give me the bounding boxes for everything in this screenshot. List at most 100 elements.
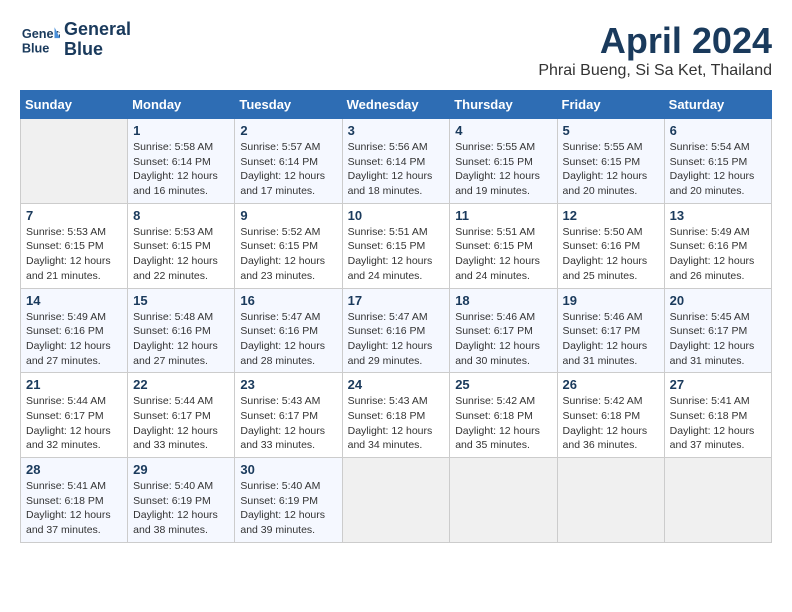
day-number: 3 <box>348 123 445 138</box>
day-number: 18 <box>455 293 551 308</box>
calendar-cell <box>664 458 771 543</box>
calendar-cell: 27 Sunrise: 5:41 AMSunset: 6:18 PMDayligh… <box>664 373 771 458</box>
calendar-cell: 28 Sunrise: 5:41 AMSunset: 6:18 PMDayligh… <box>21 458 128 543</box>
weekday-header-row: SundayMondayTuesdayWednesdayThursdayFrid… <box>21 91 772 119</box>
day-number: 27 <box>670 377 766 392</box>
day-info: Sunrise: 5:42 AMSunset: 6:18 PMDaylight:… <box>563 394 659 453</box>
day-number: 17 <box>348 293 445 308</box>
calendar-cell: 18 Sunrise: 5:46 AMSunset: 6:17 PMDayligh… <box>450 288 557 373</box>
day-number: 19 <box>563 293 659 308</box>
day-info: Sunrise: 5:42 AMSunset: 6:18 PMDaylight:… <box>455 394 551 453</box>
calendar-cell: 20 Sunrise: 5:45 AMSunset: 6:17 PMDayligh… <box>664 288 771 373</box>
day-number: 12 <box>563 208 659 223</box>
day-number: 23 <box>240 377 336 392</box>
day-number: 29 <box>133 462 229 477</box>
calendar-cell: 8 Sunrise: 5:53 AMSunset: 6:15 PMDaylight… <box>128 203 235 288</box>
day-number: 2 <box>240 123 336 138</box>
day-number: 22 <box>133 377 229 392</box>
day-number: 4 <box>455 123 551 138</box>
day-info: Sunrise: 5:41 AMSunset: 6:18 PMDaylight:… <box>26 479 122 538</box>
day-info: Sunrise: 5:52 AMSunset: 6:15 PMDaylight:… <box>240 225 336 284</box>
weekday-header: Monday <box>128 91 235 119</box>
day-info: Sunrise: 5:45 AMSunset: 6:17 PMDaylight:… <box>670 310 766 369</box>
day-number: 25 <box>455 377 551 392</box>
svg-text:General: General <box>22 26 60 41</box>
weekday-header: Tuesday <box>235 91 342 119</box>
day-number: 11 <box>455 208 551 223</box>
day-number: 26 <box>563 377 659 392</box>
weekday-header: Saturday <box>664 91 771 119</box>
logo-icon: General Blue <box>20 20 60 60</box>
weekday-header: Friday <box>557 91 664 119</box>
day-info: Sunrise: 5:54 AMSunset: 6:15 PMDaylight:… <box>670 140 766 199</box>
day-number: 14 <box>26 293 122 308</box>
month-title: April 2024 <box>538 20 772 62</box>
weekday-header: Sunday <box>21 91 128 119</box>
calendar-cell: 19Sunrise: 5:46 AMSunset: 6:17 PMDayligh… <box>557 288 664 373</box>
calendar-cell: 5Sunrise: 5:55 AMSunset: 6:15 PMDaylight… <box>557 119 664 204</box>
calendar-cell: 4 Sunrise: 5:55 AMSunset: 6:15 PMDaylight… <box>450 119 557 204</box>
calendar-cell: 2Sunrise: 5:57 AMSunset: 6:14 PMDaylight… <box>235 119 342 204</box>
day-number: 20 <box>670 293 766 308</box>
calendar-week-row: 14Sunrise: 5:49 AMSunset: 6:16 PMDayligh… <box>21 288 772 373</box>
calendar-cell: 21 Sunrise: 5:44 AMSunset: 6:17 PMDayligh… <box>21 373 128 458</box>
day-info: Sunrise: 5:40 AMSunset: 6:19 PMDaylight:… <box>133 479 229 538</box>
calendar-cell: 6 Sunrise: 5:54 AMSunset: 6:15 PMDaylight… <box>664 119 771 204</box>
day-number: 10 <box>348 208 445 223</box>
day-info: Sunrise: 5:41 AMSunset: 6:18 PMDaylight:… <box>670 394 766 453</box>
calendar-cell: 17 Sunrise: 5:47 AMSunset: 6:16 PMDayligh… <box>342 288 450 373</box>
day-number: 30 <box>240 462 336 477</box>
location-title: Phrai Bueng, Si Sa Ket, Thailand <box>538 62 772 80</box>
calendar-cell <box>557 458 664 543</box>
calendar-cell <box>450 458 557 543</box>
calendar-cell <box>342 458 450 543</box>
day-info: Sunrise: 5:55 AMSunset: 6:15 PMDaylight:… <box>563 140 659 199</box>
day-info: Sunrise: 5:47 AMSunset: 6:16 PMDaylight:… <box>348 310 445 369</box>
day-number: 7 <box>26 208 122 223</box>
day-info: Sunrise: 5:58 AMSunset: 6:14 PMDaylight:… <box>133 140 229 199</box>
day-info: Sunrise: 5:51 AMSunset: 6:15 PMDaylight:… <box>348 225 445 284</box>
calendar-cell: 11 Sunrise: 5:51 AMSunset: 6:15 PMDayligh… <box>450 203 557 288</box>
day-number: 28 <box>26 462 122 477</box>
calendar-week-row: 28 Sunrise: 5:41 AMSunset: 6:18 PMDayligh… <box>21 458 772 543</box>
day-info: Sunrise: 5:53 AMSunset: 6:15 PMDaylight:… <box>26 225 122 284</box>
logo-text: General Blue <box>64 20 131 60</box>
calendar-cell: 13Sunrise: 5:49 AMSunset: 6:16 PMDayligh… <box>664 203 771 288</box>
day-number: 1 <box>133 123 229 138</box>
page-header: General Blue General Blue April 2024 Phr… <box>20 20 772 80</box>
day-info: Sunrise: 5:44 AMSunset: 6:17 PMDaylight:… <box>26 394 122 453</box>
day-info: Sunrise: 5:51 AMSunset: 6:15 PMDaylight:… <box>455 225 551 284</box>
day-info: Sunrise: 5:40 AMSunset: 6:19 PMDaylight:… <box>240 479 336 538</box>
day-info: Sunrise: 5:43 AMSunset: 6:18 PMDaylight:… <box>348 394 445 453</box>
day-number: 21 <box>26 377 122 392</box>
calendar-cell: 26 Sunrise: 5:42 AMSunset: 6:18 PMDayligh… <box>557 373 664 458</box>
day-info: Sunrise: 5:55 AMSunset: 6:15 PMDaylight:… <box>455 140 551 199</box>
calendar-cell: 29 Sunrise: 5:40 AMSunset: 6:19 PMDayligh… <box>128 458 235 543</box>
day-number: 8 <box>133 208 229 223</box>
day-number: 6 <box>670 123 766 138</box>
day-info: Sunrise: 5:48 AMSunset: 6:16 PMDaylight:… <box>133 310 229 369</box>
calendar-cell <box>21 119 128 204</box>
calendar-cell: 9 Sunrise: 5:52 AMSunset: 6:15 PMDaylight… <box>235 203 342 288</box>
day-number: 16 <box>240 293 336 308</box>
day-info: Sunrise: 5:46 AMSunset: 6:17 PMDaylight:… <box>455 310 551 369</box>
calendar-cell: 24Sunrise: 5:43 AMSunset: 6:18 PMDayligh… <box>342 373 450 458</box>
calendar-table: SundayMondayTuesdayWednesdayThursdayFrid… <box>20 90 772 543</box>
calendar-cell: 22Sunrise: 5:44 AMSunset: 6:17 PMDayligh… <box>128 373 235 458</box>
calendar-cell: 15 Sunrise: 5:48 AMSunset: 6:16 PMDayligh… <box>128 288 235 373</box>
weekday-header: Wednesday <box>342 91 450 119</box>
calendar-cell: 25 Sunrise: 5:42 AMSunset: 6:18 PMDayligh… <box>450 373 557 458</box>
day-info: Sunrise: 5:53 AMSunset: 6:15 PMDaylight:… <box>133 225 229 284</box>
day-number: 9 <box>240 208 336 223</box>
day-number: 15 <box>133 293 229 308</box>
calendar-cell: 7 Sunrise: 5:53 AMSunset: 6:15 PMDaylight… <box>21 203 128 288</box>
day-info: Sunrise: 5:56 AMSunset: 6:14 PMDaylight:… <box>348 140 445 199</box>
logo-line2: Blue <box>64 40 131 60</box>
day-info: Sunrise: 5:50 AMSunset: 6:16 PMDaylight:… <box>563 225 659 284</box>
calendar-week-row: 1 Sunrise: 5:58 AMSunset: 6:14 PMDaylight… <box>21 119 772 204</box>
day-number: 13 <box>670 208 766 223</box>
title-block: April 2024 Phrai Bueng, Si Sa Ket, Thail… <box>538 20 772 80</box>
calendar-cell: 3 Sunrise: 5:56 AMSunset: 6:14 PMDaylight… <box>342 119 450 204</box>
calendar-week-row: 21 Sunrise: 5:44 AMSunset: 6:17 PMDayligh… <box>21 373 772 458</box>
day-info: Sunrise: 5:43 AMSunset: 6:17 PMDaylight:… <box>240 394 336 453</box>
